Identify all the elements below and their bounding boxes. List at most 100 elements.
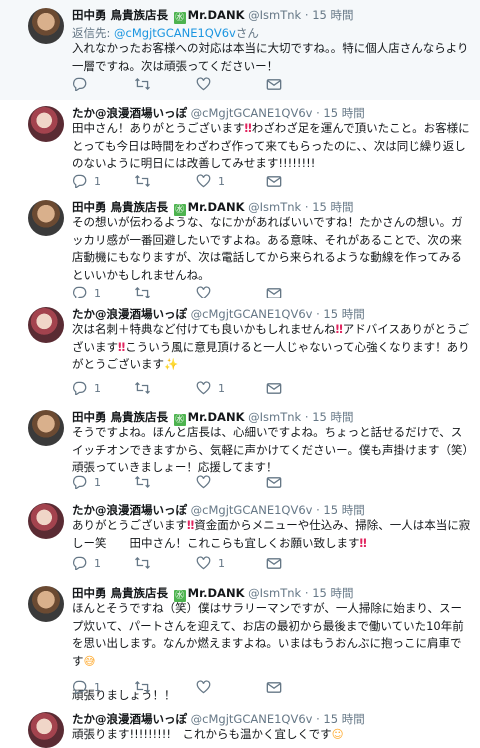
tweet[interactable]: 田中勇 鳥貴族店長 ㊌ Mr.DANK @IsmTnk · 15 時間 ほんとそうで… (0, 577, 480, 704)
dm-button[interactable] (266, 474, 282, 490)
like-button[interactable]: 1 (196, 173, 225, 189)
tweet-text: 頑張ります!!!!!!!!! これからも温かく宜しくです☺ (72, 726, 472, 744)
dm-button[interactable] (266, 679, 282, 695)
reply-count: 1 (94, 556, 101, 570)
reply-icon (72, 556, 87, 570)
reply-count: 1 (94, 381, 101, 395)
avatar[interactable] (28, 200, 64, 236)
tweet-text: ありがとうございます‼資金面からメニューや仕込み、掃除、一人は本当に寂しー笑 田… (72, 517, 472, 552)
dm-button[interactable] (266, 173, 282, 189)
user-handle[interactable]: @IsmTnk (248, 200, 301, 214)
tweet-text-part: 頑張ります!!!!!!!!! これからも温かく宜しくです (72, 727, 332, 741)
like-button[interactable] (196, 76, 218, 92)
avatar[interactable] (28, 307, 64, 343)
dm-button[interactable] (266, 555, 282, 571)
user-handle[interactable]: @cMgjtGCANE1QV6v (191, 503, 313, 517)
retweet-button[interactable] (134, 173, 158, 189)
user-handle[interactable]: @cMgjtGCANE1QV6v (191, 712, 313, 726)
tweet[interactable]: 田中勇 鳥貴族店長 ㊌ Mr.DANK @IsmTnk · 15 時間 返信先: @… (0, 0, 480, 101)
reply-count: 1 (94, 475, 101, 489)
retweet-icon (134, 77, 151, 91)
avatar[interactable] (28, 712, 64, 748)
display-name-extra[interactable]: Mr.DANK (188, 8, 245, 22)
retweet-icon (134, 556, 151, 570)
reply-button[interactable] (72, 76, 94, 92)
tweet-text: その想いが伝わるような、なにかがあればいいですね！たかさんの想い。ガッカリ感が一… (72, 214, 472, 284)
timestamp[interactable]: 15 時間 (323, 503, 364, 517)
like-button[interactable] (196, 679, 218, 695)
like-button[interactable]: 1 (196, 380, 225, 396)
display-name[interactable]: たか@浪漫酒場いっぽ (72, 503, 187, 517)
timestamp[interactable]: 15 時間 (312, 410, 353, 424)
reply-icon (72, 174, 87, 188)
tweet-actions: 11 (72, 555, 372, 571)
display-name[interactable]: 田中勇 鳥貴族店長 (72, 200, 168, 214)
tweet-actions: 1 (72, 679, 372, 695)
tweet-text-part: ありがとうございます (72, 518, 187, 532)
tweet-text-part: ほんとそうですね（笑）僕はサラリーマンですが、一人掃除に始まり、スープ炊いて、パ… (72, 601, 464, 668)
envelope-icon (266, 382, 282, 395)
retweet-button[interactable] (134, 555, 158, 571)
user-handle[interactable]: @IsmTnk (248, 8, 301, 22)
avatar[interactable] (28, 410, 64, 446)
envelope-icon (266, 557, 282, 570)
tweet-text-part: 田中さん！ありがとうございます (72, 121, 245, 135)
tweet[interactable]: 田中勇 鳥貴族店長 ㊌ Mr.DANK @IsmTnk · 15 時間 そうですよね… (0, 401, 480, 495)
tweet[interactable]: たか@浪漫酒場いっぽ @cMgjtGCANE1QV6v · 15 時間 田中さん！… (0, 100, 480, 193)
avatar[interactable] (28, 106, 64, 142)
tweet-header: たか@浪漫酒場いっぽ @cMgjtGCANE1QV6v · 15 時間 (72, 106, 365, 120)
display-name[interactable]: 田中勇 鳥貴族店長 (72, 410, 168, 424)
display-name[interactable]: たか@浪漫酒場いっぽ (72, 712, 187, 726)
tweet-header: たか@浪漫酒場いっぽ @cMgjtGCANE1QV6v · 15 時間 (72, 307, 365, 321)
dm-button[interactable] (266, 380, 282, 396)
retweet-button[interactable] (134, 380, 158, 396)
retweet-button[interactable] (134, 679, 158, 695)
tweet-header: たか@浪漫酒場いっぽ @cMgjtGCANE1QV6v · 15 時間 (72, 712, 365, 726)
avatar[interactable] (28, 586, 64, 622)
timestamp[interactable]: 15 時間 (323, 307, 364, 321)
like-button[interactable]: 1 (196, 555, 225, 571)
retweet-button[interactable] (134, 474, 158, 490)
reply-to: 返信先: @cMgjtGCANE1QV6vさん (72, 25, 259, 41)
timestamp[interactable]: 15 時間 (312, 200, 353, 214)
avatar[interactable] (28, 8, 64, 44)
tweet[interactable]: たか@浪漫酒場いっぽ @cMgjtGCANE1QV6v · 15 時間 次は名刺＋… (0, 298, 480, 402)
tweet-actions: 1 (72, 474, 372, 490)
reply-icon (72, 381, 87, 395)
user-handle[interactable]: @IsmTnk (248, 586, 301, 600)
display-name[interactable]: たか@浪漫酒場いっぽ (72, 106, 187, 120)
display-name[interactable]: たか@浪漫酒場いっぽ (72, 307, 187, 321)
avatar[interactable] (28, 503, 64, 539)
timestamp[interactable]: 15 時間 (323, 712, 364, 726)
reply-icon (72, 680, 87, 694)
reply-icon (72, 77, 87, 91)
user-handle[interactable]: @cMgjtGCANE1QV6v (191, 307, 313, 321)
timestamp[interactable]: 15 時間 (312, 586, 353, 600)
envelope-icon (266, 78, 282, 91)
user-handle[interactable]: @IsmTnk (248, 410, 301, 424)
reply-button[interactable]: 1 (72, 380, 101, 396)
retweet-button[interactable] (134, 76, 158, 92)
like-count: 1 (218, 174, 225, 188)
reply-button[interactable]: 1 (72, 474, 101, 490)
tweet[interactable]: たか@浪漫酒場いっぽ @cMgjtGCANE1QV6v · 15 時間 頑張ります… (0, 703, 480, 748)
reply-handle-link[interactable]: @cMgjtGCANE1QV6v (114, 26, 236, 40)
tweet[interactable]: たか@浪漫酒場いっぽ @cMgjtGCANE1QV6v · 15 時間 ありがとう… (0, 494, 480, 578)
tweet[interactable]: 田中勇 鳥貴族店長 ㊌ Mr.DANK @IsmTnk · 15 時間 その想いが伝… (0, 192, 480, 300)
display-name-extra[interactable]: Mr.DANK (188, 200, 245, 214)
heart-icon (196, 680, 211, 694)
reply-button[interactable]: 1 (72, 555, 101, 571)
tweet-text: そうですよね。ほんと店長は、心細いですよね。ちょっと話せるだけで、スイッチオンで… (72, 424, 472, 477)
timestamp[interactable]: 15 時間 (312, 8, 353, 22)
user-handle[interactable]: @cMgjtGCANE1QV6v (191, 106, 313, 120)
envelope-icon (266, 681, 282, 694)
timestamp[interactable]: 15 時間 (323, 106, 364, 120)
reply-button[interactable]: 1 (72, 173, 101, 189)
display-name-extra[interactable]: Mr.DANK (188, 410, 245, 424)
display-name[interactable]: 田中勇 鳥貴族店長 (72, 8, 168, 22)
display-name[interactable]: 田中勇 鳥貴族店長 (72, 586, 168, 600)
dm-button[interactable] (266, 76, 282, 92)
like-button[interactable] (196, 474, 218, 490)
display-name-extra[interactable]: Mr.DANK (188, 586, 245, 600)
reply-button[interactable]: 1 (72, 679, 101, 695)
